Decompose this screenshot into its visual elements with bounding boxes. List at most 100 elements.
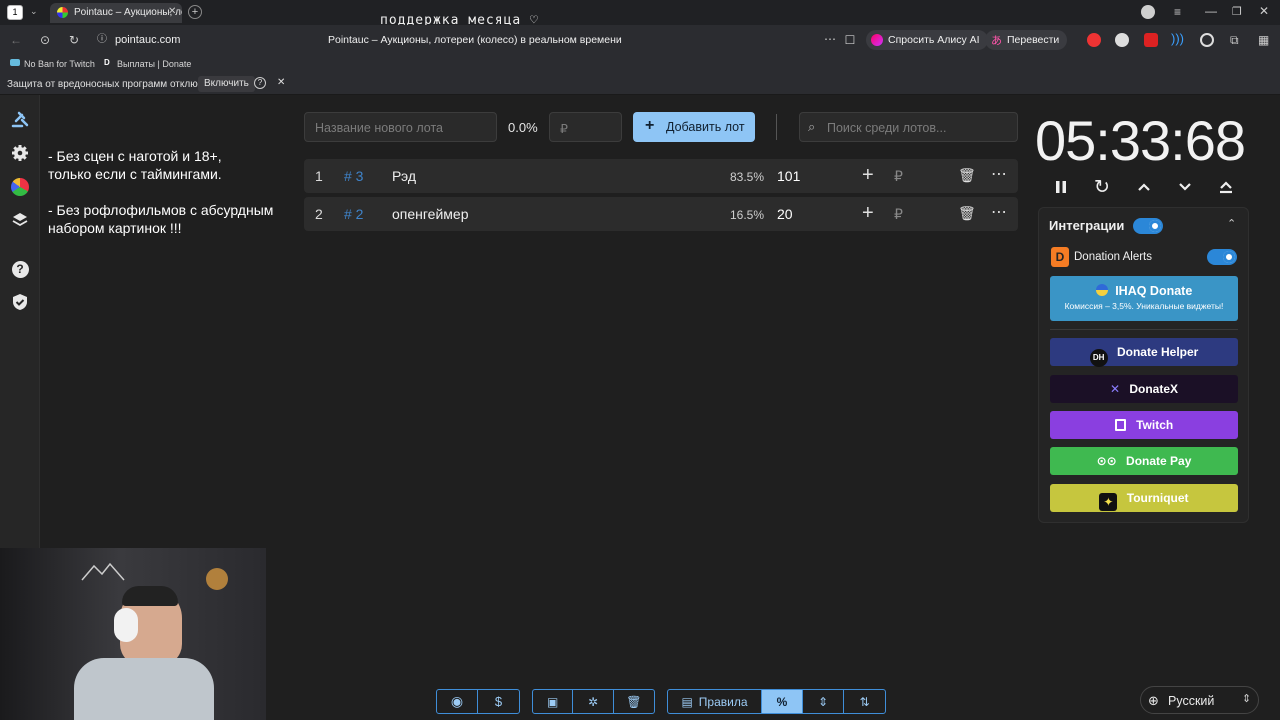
layers-icon[interactable] xyxy=(8,208,32,232)
donatex-button[interactable]: ✕ DonateX xyxy=(1050,375,1238,403)
integrations-divider xyxy=(1050,329,1238,330)
site-info-icon[interactable]: ⓘ xyxy=(95,33,109,47)
tourniquet-button[interactable]: ✦ Tourniquet xyxy=(1050,484,1238,512)
donate-favicon-icon: D xyxy=(104,58,110,67)
downloads-icon[interactable]: ≡ xyxy=(1174,5,1181,19)
rules-label: Правила xyxy=(698,694,748,709)
save-icon[interactable]: ▣ xyxy=(533,690,574,713)
lot-search-input[interactable]: ⌕ Поиск среди лотов... xyxy=(799,112,1018,142)
auction-timer: 05:33:68 xyxy=(1035,109,1246,172)
add-amount-icon[interactable]: + xyxy=(862,164,874,187)
lot-row: 1 # 3 Рэд 83.5% 101 + ₽ 🗑 ⋯ xyxy=(304,159,1018,193)
bookmarks-bar: No Ban for Twitch D Выплаты | Donate xyxy=(0,55,1280,73)
donation-alerts-icon: D xyxy=(1051,247,1069,267)
donate-pay-button[interactable]: ⊙⊙ Donate Pay xyxy=(1050,447,1238,475)
profile-icon[interactable] xyxy=(1141,5,1155,19)
twitch-icon xyxy=(1114,419,1126,431)
lot-id: # 2 xyxy=(344,206,364,222)
integrations-panel: Интеграции ⌃ D Donation Alerts IHAQ Dona… xyxy=(1038,207,1249,523)
alice-icon xyxy=(871,34,883,46)
add-lot-button[interactable]: + Добавить лот xyxy=(633,112,755,142)
increase-time-icon[interactable] xyxy=(1133,176,1155,198)
infobar-close-icon[interactable]: ✕ xyxy=(277,77,285,88)
add-amount-icon[interactable]: + xyxy=(862,202,874,225)
headphones xyxy=(114,608,138,642)
stream-rules-text: - Без сцен с наготой и 18+, только если … xyxy=(48,148,274,236)
donation-alerts-toggle[interactable] xyxy=(1207,249,1237,265)
lot-row: 2 # 2 опенгеймер 16.5% 20 + ₽ 🗑 ⋯ xyxy=(304,197,1018,231)
help-circle-icon[interactable]: ? xyxy=(8,257,32,281)
page-title-display: Pointauc – Аукционы, лотереи (колесо) в … xyxy=(328,34,622,46)
lot-name[interactable]: Рэд xyxy=(392,168,416,184)
add-lot-label: Добавить лот xyxy=(666,120,745,134)
rules-button[interactable]: ▤ Правила xyxy=(668,690,762,713)
webcam-overlay xyxy=(0,548,266,720)
search-icon: ⌕ xyxy=(808,119,816,134)
donate-dollar-icon[interactable]: $ xyxy=(478,690,519,713)
data-group: ▣ ✲ 🗑 xyxy=(532,689,655,714)
reload-icon[interactable]: ↻ xyxy=(67,33,81,47)
lot-percent: 83.5% xyxy=(730,170,765,184)
shield-check-icon[interactable] xyxy=(8,290,32,314)
lot-amount[interactable]: 101 xyxy=(777,168,800,184)
bug-icon[interactable]: ✲ xyxy=(573,690,614,713)
extension-icon-3[interactable] xyxy=(1144,33,1158,47)
bookmark-icon[interactable]: ☐ xyxy=(843,33,857,47)
language-select[interactable]: ⊕ Русский ⇕ xyxy=(1140,686,1259,714)
collapse-chevron-icon[interactable]: ⌃ xyxy=(1227,217,1236,230)
auction-icon[interactable] xyxy=(8,107,32,131)
shield-icon[interactable]: ⊙ xyxy=(38,33,52,47)
bookmark-item[interactable]: Выплаты | Donate xyxy=(117,59,191,69)
more-options-icon[interactable]: ⋯ xyxy=(991,164,1007,184)
maximize-icon[interactable]: ❐ xyxy=(1232,5,1242,18)
extension-icon-1[interactable] xyxy=(1087,33,1101,47)
enable-protection-button[interactable]: Включить xyxy=(198,76,255,92)
ask-alice-button[interactable]: Спросить Алису AI xyxy=(866,30,988,50)
pause-icon[interactable] xyxy=(1050,176,1072,198)
compact-view-icon[interactable]: ⇕ xyxy=(803,690,844,713)
new-lot-amount-input[interactable]: ₽ xyxy=(549,112,622,142)
wheel-icon[interactable] xyxy=(8,175,32,199)
browser-tab-bar: 1 ⌄ Pointauc – Аукционы, лотереи (колесо… xyxy=(0,0,1280,28)
github-icon[interactable]: ◉ xyxy=(437,690,478,713)
donate-helper-button[interactable]: DH Donate Helper xyxy=(1050,338,1238,367)
more-options-icon[interactable]: ⋯ xyxy=(991,202,1007,222)
delete-icon[interactable]: 🗑 xyxy=(958,167,976,184)
settings-gear-icon[interactable] xyxy=(8,141,32,165)
mountain-logo xyxy=(80,562,132,582)
extension-icon-4[interactable]: ))) xyxy=(1171,31,1184,46)
sort-icon[interactable]: ⇅ xyxy=(844,690,885,713)
minimize-icon[interactable]: — xyxy=(1205,4,1217,18)
delete-icon[interactable]: 🗑 xyxy=(958,205,976,222)
tab-counter[interactable]: 1 xyxy=(7,5,23,20)
bookmark-item[interactable]: No Ban for Twitch xyxy=(24,59,95,69)
new-tab-icon[interactable]: + xyxy=(188,5,202,19)
ihaq-donate-button[interactable]: IHAQ Donate Комиссия – 3,5%. Уникальные … xyxy=(1050,276,1238,321)
ruble-icon[interactable]: ₽ xyxy=(894,168,903,185)
extension-icon-2[interactable] xyxy=(1115,33,1129,47)
active-tab[interactable]: Pointauc – Аукционы, лотереи (колесо) xyxy=(50,3,182,23)
address-bar[interactable]: pointauc.com xyxy=(115,34,180,46)
twitch-button[interactable]: Twitch xyxy=(1050,411,1238,439)
view-group: ▤ Правила % ⇕ ⇅ xyxy=(667,689,886,714)
new-lot-name-input[interactable]: Название нового лота xyxy=(304,112,497,142)
more-icon[interactable]: ⋯ xyxy=(823,32,837,46)
lot-amount[interactable]: 20 xyxy=(777,206,793,222)
lot-name[interactable]: опенгеймер xyxy=(392,206,469,222)
reset-icon[interactable]: ↻ xyxy=(1091,176,1113,198)
clear-icon[interactable]: 🗑 xyxy=(614,690,654,713)
translate-button[interactable]: あ Перевести xyxy=(985,30,1068,50)
extension-icon-6[interactable]: ⧉ xyxy=(1230,33,1239,48)
back-icon[interactable]: ← xyxy=(9,33,23,47)
decrease-time-icon[interactable] xyxy=(1174,176,1196,198)
window-close-icon[interactable]: ✕ xyxy=(1259,4,1269,18)
tab-close-icon[interactable]: ✕ xyxy=(168,6,176,17)
extension-icon-7[interactable]: ▦ xyxy=(1258,33,1269,47)
ruble-icon[interactable]: ₽ xyxy=(894,206,903,223)
percent-toggle-button[interactable]: % xyxy=(762,690,803,713)
tabs-dropdown-icon[interactable]: ⌄ xyxy=(30,6,38,17)
extension-icon-5[interactable] xyxy=(1200,33,1214,47)
max-time-icon[interactable] xyxy=(1215,176,1237,198)
help-icon[interactable]: ? xyxy=(254,77,266,89)
integrations-toggle[interactable] xyxy=(1133,218,1163,234)
